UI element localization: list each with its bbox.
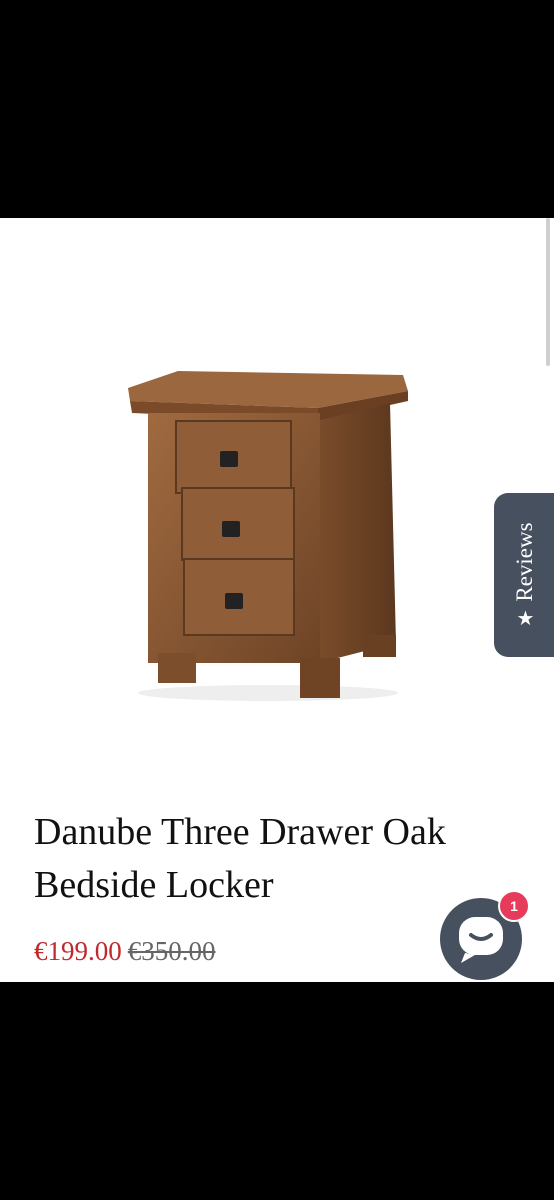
reviews-tab-content: ★ Reviews [512,522,538,630]
chat-badge: 1 [498,890,530,922]
top-black-band [0,0,554,218]
page-scrollbar[interactable] [546,218,550,366]
product-image[interactable] [118,363,418,708]
chat-bubble-icon [459,917,503,963]
product-page: Danube Three Drawer Oak Bedside Locker €… [0,218,554,982]
reviews-label: Reviews [512,522,537,602]
original-price: €350.00 [127,936,216,966]
reviews-tab[interactable]: ★ Reviews [494,493,554,657]
price-row: €199.00 €350.00 [34,934,216,968]
bottom-black-band [0,982,554,1200]
star-icon: ★ [516,608,534,631]
product-title: Danube Three Drawer Oak Bedside Locker [34,811,446,906]
sale-price: €199.00 [34,936,122,966]
